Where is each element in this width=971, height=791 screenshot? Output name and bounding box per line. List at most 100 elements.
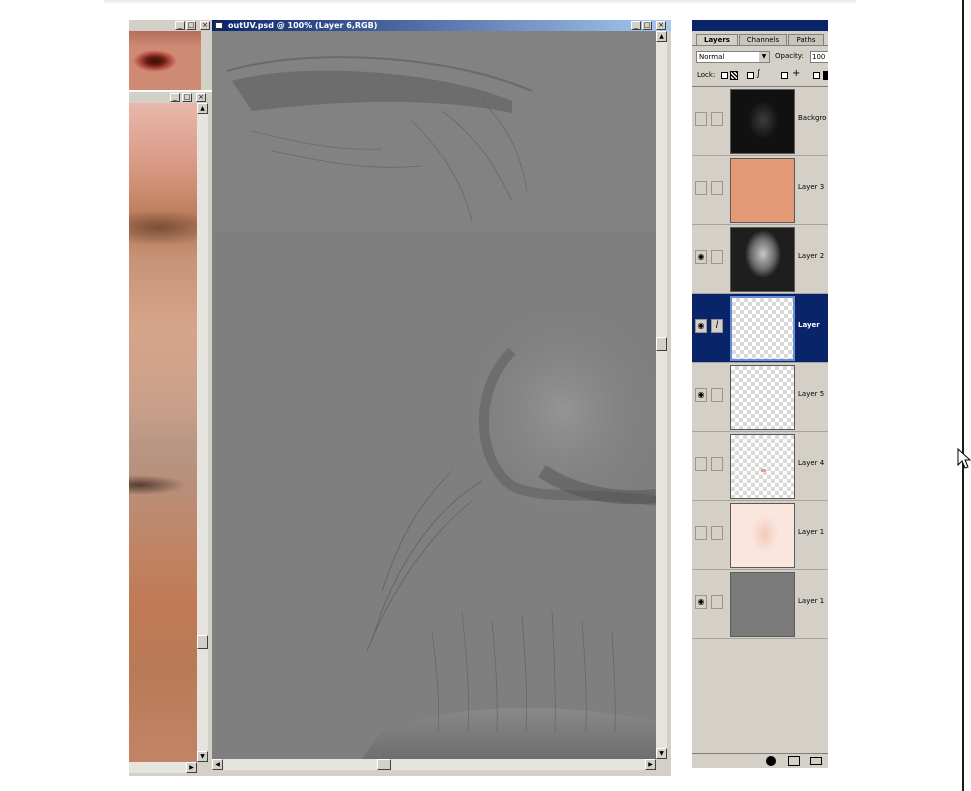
visibility-toggle[interactable]: ◉ <box>695 319 707 333</box>
layer-name: Layer 1 <box>798 597 825 605</box>
adjustment-layer-icon[interactable] <box>766 756 776 766</box>
blend-mode-value: Normal <box>699 53 725 61</box>
tab-layers[interactable]: Layers <box>696 34 738 45</box>
face-photo <box>129 103 197 762</box>
layer-name: Layer 3 <box>798 183 825 191</box>
layers-palette[interactable]: Layers Channels Paths Normal ▼ Opacity: … <box>692 20 828 768</box>
close-icon[interactable]: × <box>200 21 210 30</box>
palette-titlebar[interactable] <box>692 20 828 31</box>
uv-canvas[interactable] <box>212 31 656 759</box>
link-toggle[interactable] <box>711 250 723 264</box>
vertical-scrollbar[interactable]: ▲ ▼ <box>656 31 667 759</box>
layer-thumbnail <box>730 158 795 223</box>
eye-icon: ◉ <box>697 252 705 261</box>
scroll-right-icon[interactable]: ▶ <box>645 759 656 770</box>
screen-edge-divider <box>962 0 964 791</box>
scroll-thumb[interactable] <box>377 759 391 770</box>
window-title: outUV.psd @ 100% (Layer 6,RGB) <box>228 21 378 30</box>
layer-thumbnail <box>730 572 795 637</box>
close-icon[interactable]: × <box>656 21 666 30</box>
scroll-up-icon[interactable]: ▲ <box>656 31 667 42</box>
close-icon[interactable]: × <box>196 93 206 102</box>
eye-icon: ◉ <box>697 390 705 399</box>
link-toggle[interactable] <box>711 112 723 126</box>
lock-position-checkbox[interactable] <box>781 72 788 79</box>
horizontal-scrollbar[interactable]: ▶ <box>129 762 197 773</box>
visibility-toggle[interactable] <box>695 112 707 126</box>
scroll-left-icon[interactable]: ◀ <box>212 759 223 770</box>
layer-thumbnail <box>730 434 795 499</box>
layer-row-selected[interactable]: ◉ ꟾ Layer <box>692 294 828 363</box>
link-toggle[interactable]: ꟾ <box>711 319 723 333</box>
face-reference-window[interactable]: _ □ × ▲ ▼ ▶ <box>129 92 212 776</box>
layer-row[interactable]: ◉ Layer 2 <box>692 225 828 294</box>
layer-row[interactable]: Layer 4 <box>692 432 828 501</box>
layer-row[interactable]: Backgro <box>692 87 828 156</box>
scroll-down-icon[interactable]: ▼ <box>197 751 208 762</box>
document-icon <box>215 22 223 29</box>
lock-transparency-checkbox[interactable] <box>721 72 728 79</box>
visibility-toggle[interactable]: ◉ <box>695 595 707 609</box>
visibility-toggle[interactable] <box>695 181 707 195</box>
link-toggle[interactable] <box>711 388 723 402</box>
move-icon: + <box>792 68 801 79</box>
layer-name: Layer 4 <box>798 459 825 467</box>
opacity-input[interactable]: 100 <box>810 51 828 63</box>
layer-row[interactable]: Layer 1 <box>692 501 828 570</box>
mouse-cursor-icon <box>957 448 971 469</box>
layer-name: Backgro <box>798 114 827 122</box>
eye-icon: ◉ <box>697 597 705 606</box>
eye-window-titlebar[interactable]: _ □ × <box>129 20 212 31</box>
blend-mode-select[interactable]: Normal ▼ <box>696 51 770 63</box>
visibility-toggle[interactable]: ◉ <box>695 250 707 264</box>
lock-all-checkbox[interactable] <box>813 72 820 79</box>
scroll-right-icon[interactable]: ▶ <box>186 762 197 773</box>
maximize-icon[interactable]: □ <box>642 21 652 30</box>
link-toggle[interactable] <box>711 181 723 195</box>
palette-bottom-bar <box>692 753 828 768</box>
canvas-window-titlebar[interactable]: outUV.psd @ 100% (Layer 6,RGB) _ □ × <box>212 20 671 31</box>
canvas-window[interactable]: outUV.psd @ 100% (Layer 6,RGB) _ □ × ▲ ▼… <box>212 20 671 776</box>
layer-row[interactable]: Layer 3 <box>692 156 828 225</box>
link-toggle[interactable] <box>711 457 723 471</box>
link-toggle[interactable] <box>711 595 723 609</box>
layer-thumbnail <box>730 89 795 154</box>
lock-image-checkbox[interactable] <box>747 72 754 79</box>
tab-channels[interactable]: Channels <box>739 34 787 45</box>
chevron-down-icon[interactable]: ▼ <box>759 52 769 62</box>
maximize-icon[interactable]: □ <box>186 21 196 30</box>
horizontal-scrollbar[interactable]: ◀ ▶ <box>212 759 656 770</box>
tab-paths[interactable]: Paths <box>788 34 824 45</box>
minimize-icon[interactable]: _ <box>170 93 180 102</box>
scroll-down-icon[interactable]: ▼ <box>656 748 667 759</box>
padlock-icon <box>823 71 828 80</box>
brow-shadow <box>129 203 197 253</box>
folder-icon[interactable] <box>810 757 822 765</box>
layer-row[interactable]: ◉ Layer 1 <box>692 570 828 639</box>
visibility-toggle[interactable] <box>695 526 707 540</box>
layer-name: Layer 2 <box>798 252 825 260</box>
visibility-toggle[interactable]: ◉ <box>695 388 707 402</box>
resize-grip-icon[interactable] <box>656 759 667 770</box>
background-window-edge <box>104 0 856 4</box>
scroll-thumb[interactable] <box>656 337 667 351</box>
eye-reference-window[interactable]: _ □ × <box>129 20 212 90</box>
mask-icon[interactable] <box>788 756 800 766</box>
layer-thumbnail <box>730 227 795 292</box>
maximize-icon[interactable]: □ <box>182 93 192 102</box>
layer-thumbnail <box>730 296 795 361</box>
lock-label: Lock: <box>697 71 716 79</box>
scroll-up-icon[interactable]: ▲ <box>197 103 208 114</box>
layer-row[interactable]: ◉ Layer 5 <box>692 363 828 432</box>
vertical-scrollbar[interactable]: ▲ ▼ <box>197 103 208 762</box>
face-window-titlebar[interactable]: _ □ × <box>129 92 212 103</box>
minimize-icon[interactable]: _ <box>631 21 641 30</box>
link-toggle[interactable] <box>711 526 723 540</box>
canvas-artwork <box>212 31 656 759</box>
resize-grip-icon[interactable] <box>197 762 208 773</box>
minimize-icon[interactable]: _ <box>175 21 185 30</box>
scroll-thumb[interactable] <box>197 635 208 649</box>
visibility-toggle[interactable] <box>695 457 707 471</box>
layers-list[interactable]: Backgro Layer 3 ◉ Layer 2 ◉ ꟾ Layer ◉ La… <box>692 86 828 643</box>
layer-name: Layer <box>798 321 820 329</box>
